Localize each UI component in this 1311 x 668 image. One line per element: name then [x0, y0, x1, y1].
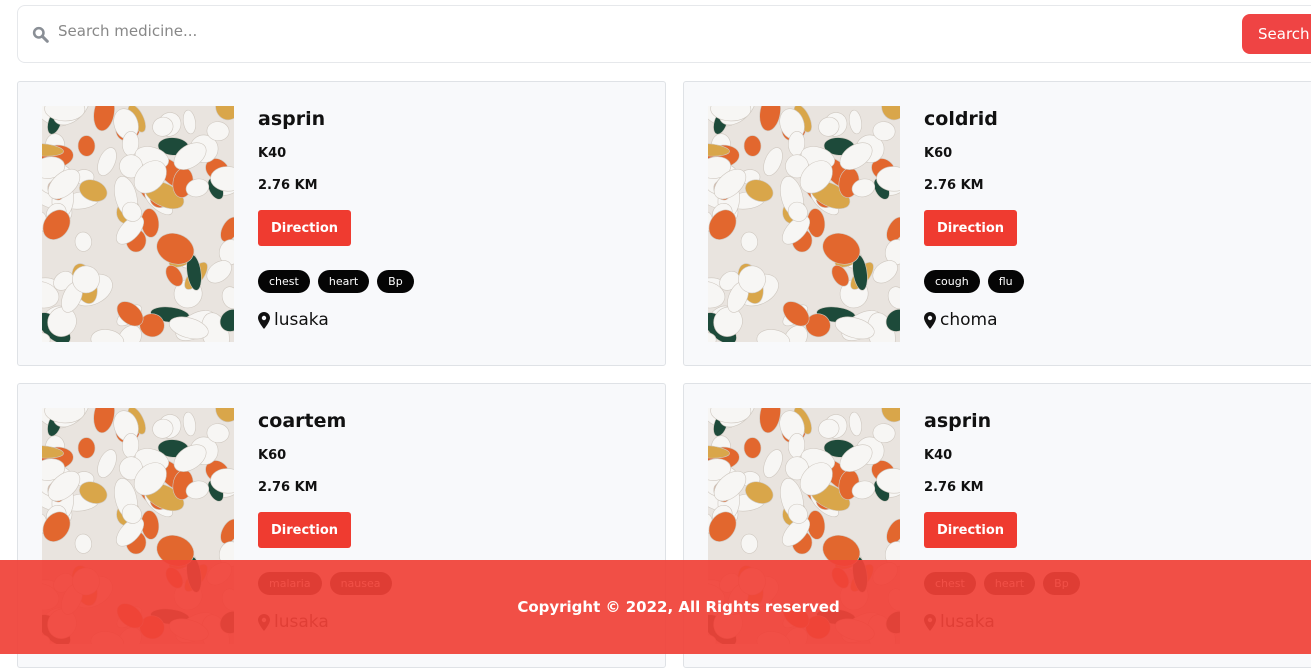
direction-button[interactable]: Direction: [258, 512, 351, 548]
medicine-distance: 2.76 KM: [258, 178, 318, 193]
direction-button[interactable]: Direction: [258, 210, 351, 246]
medicine-distance: 2.76 KM: [924, 178, 984, 193]
tag: Bp: [377, 270, 414, 293]
medicine-card: coldrid K60 2.76 KM Direction cough flu c…: [683, 81, 1311, 366]
medicine-name: coldrid: [924, 108, 998, 130]
location: lusaka: [258, 310, 414, 330]
medicine-price: K40: [258, 146, 287, 161]
medicine-image: [42, 106, 234, 342]
medicine-image: [708, 106, 900, 342]
medicine-price: K60: [258, 448, 287, 463]
medicine-name: coartem: [258, 410, 347, 432]
direction-button[interactable]: Direction: [924, 512, 1017, 548]
medicine-price: K40: [924, 448, 953, 463]
medicine-card: asprin K40 2.76 KM Direction chest heart B…: [17, 81, 666, 366]
tag-list: chest heart Bp: [258, 270, 414, 293]
search-input[interactable]: [58, 22, 1158, 40]
footer: Copyright © 2022, All Rights reserved: [0, 560, 1311, 654]
medicine-distance: 2.76 KM: [258, 480, 318, 495]
tag: heart: [317, 270, 370, 293]
medicine-name: asprin: [924, 410, 992, 432]
medicine-image-frame: [708, 106, 900, 342]
location-text: lusaka: [274, 310, 329, 330]
tag: cough: [924, 270, 980, 293]
medicine-distance: 2.76 KM: [924, 480, 984, 495]
direction-button[interactable]: Direction: [924, 210, 1017, 246]
map-pin-icon: [924, 311, 936, 329]
search-bar: [17, 5, 1311, 63]
medicine-name: asprin: [258, 108, 326, 130]
search-icon: [32, 26, 49, 43]
copyright-text: Copyright © 2022, All Rights reserved: [517, 598, 840, 616]
location-text: choma: [940, 310, 998, 330]
map-pin-icon: [258, 311, 270, 329]
tag: chest: [258, 270, 310, 293]
medicine-image-frame: [42, 106, 234, 342]
tag-list: cough flu: [924, 270, 1024, 293]
tag: flu: [987, 270, 1024, 293]
location: choma: [924, 310, 1024, 330]
medicine-price: K60: [924, 146, 953, 161]
search-button[interactable]: Search: [1242, 14, 1311, 54]
